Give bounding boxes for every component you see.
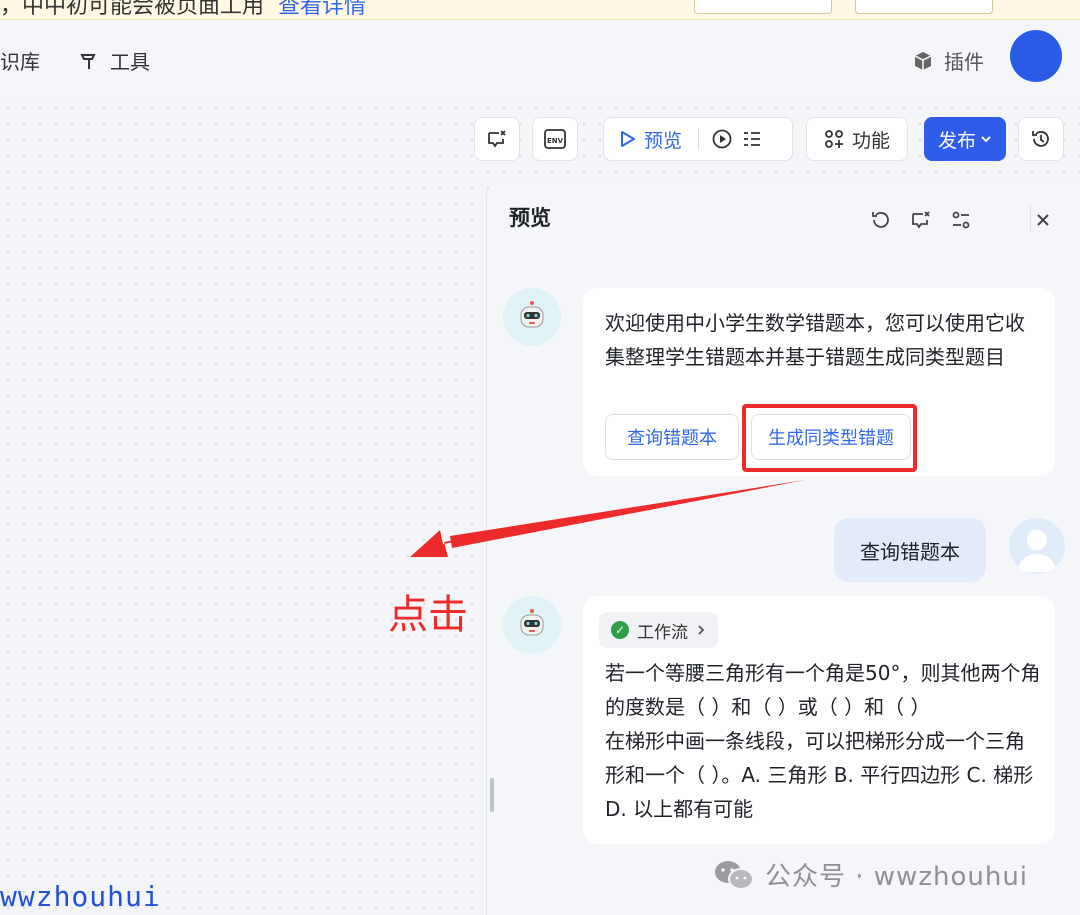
welcome-message: 欢迎使用中小学生数学错题本，您可以使用它收集整理学生错题本并基于错题生成同类型题… [605,311,1025,369]
preview-panel: 预览 欢迎使用中小学生数学错题本，您可以使用它收集整理学生错题本并基于错题生成同… [486,180,1080,915]
watermark: 公众号 · wwzhouhui [713,856,1028,893]
chat-clear-button[interactable] [909,208,933,232]
answer-message-bubble: ✓ 工作流 若一个等腰三角形有一个角是50°，则其他两个角的度数是（ ）和（ ）… [583,596,1055,844]
publish-label: 发布 [937,129,976,152]
publish-button[interactable]: 发布 [924,117,1006,161]
function-button[interactable]: 功能 [806,117,908,161]
panel-resize-handle[interactable] [490,778,494,812]
function-label: 功能 [851,129,890,152]
env-button[interactable]: ENV [532,117,578,161]
user-message-bubble: 查询错题本 [834,518,986,582]
preview-button[interactable]: 预览 [644,126,682,153]
suggestion-query-mistakes[interactable]: 查询错题本 [605,414,739,460]
cube-icon [914,51,932,70]
notice-button-2[interactable] [855,0,993,14]
svg-text:ENV: ENV [547,137,564,145]
history-button[interactable] [1018,117,1064,161]
hammer-icon [80,53,96,69]
nav-plugin[interactable]: 插件 [912,46,984,75]
user-avatar-top[interactable] [1010,30,1062,82]
checklist-icon[interactable] [741,128,763,150]
history-icon [1032,131,1049,147]
corner-watermark: wwzhouhui [0,880,161,913]
refresh-icon [872,212,889,228]
workflow-status-chip[interactable]: ✓ 工作流 [599,612,718,648]
preview-title: 预览 [509,206,551,230]
close-panel-button[interactable] [1031,208,1055,232]
robot-icon [520,609,544,636]
notice-text: ，中中初可能会被页面工用 查看详情 [0,0,366,19]
notice-banner: ，中中初可能会被页面工用 查看详情 [0,0,1080,20]
nav-tools[interactable]: 工具 [78,46,150,75]
env-icon: ENV [544,129,566,149]
bot-avatar [503,596,561,654]
chevron-down-icon [981,136,991,143]
close-icon [1037,214,1049,226]
check-icon: ✓ [611,621,629,639]
chat-debug-icon [488,130,506,148]
bot-avatar [503,288,561,346]
play-icon [621,131,635,147]
nav-tools-label: 工具 [110,50,150,74]
nav-knowledge-base[interactable]: 识库 [0,46,40,75]
refresh-button[interactable] [869,208,893,232]
clock-play-icon[interactable] [711,128,733,150]
nav-plugin-label: 插件 [944,50,984,74]
chat-debug-icon [912,211,930,229]
top-nav: 识库 工具 插件 [0,20,1080,100]
user-avatar [1009,518,1065,574]
debug-button[interactable] [474,117,520,161]
workflow-label: 工作流 [637,622,688,643]
notice-button-1[interactable] [694,0,832,14]
answer-message: 若一个等腰三角形有一个角是50°，则其他两个角的度数是（ ）和（ ）或（ ）和（… [605,661,1041,821]
sliders-icon [952,211,970,229]
robot-icon [520,301,544,328]
watermark-text: 公众号 · wwzhouhui [765,862,1029,892]
apps-icon [825,130,843,148]
preview-toolbar-group: 预览 [603,117,793,161]
chevron-right-icon [698,625,705,635]
toolbar-divider [698,128,700,150]
notice-link[interactable]: 查看详情 [278,0,366,19]
wechat-icon [715,860,754,890]
highlight-box [742,404,917,472]
settings-button[interactable] [949,208,973,232]
person-icon [1017,530,1057,572]
click-annotation: 点击 [388,592,468,638]
